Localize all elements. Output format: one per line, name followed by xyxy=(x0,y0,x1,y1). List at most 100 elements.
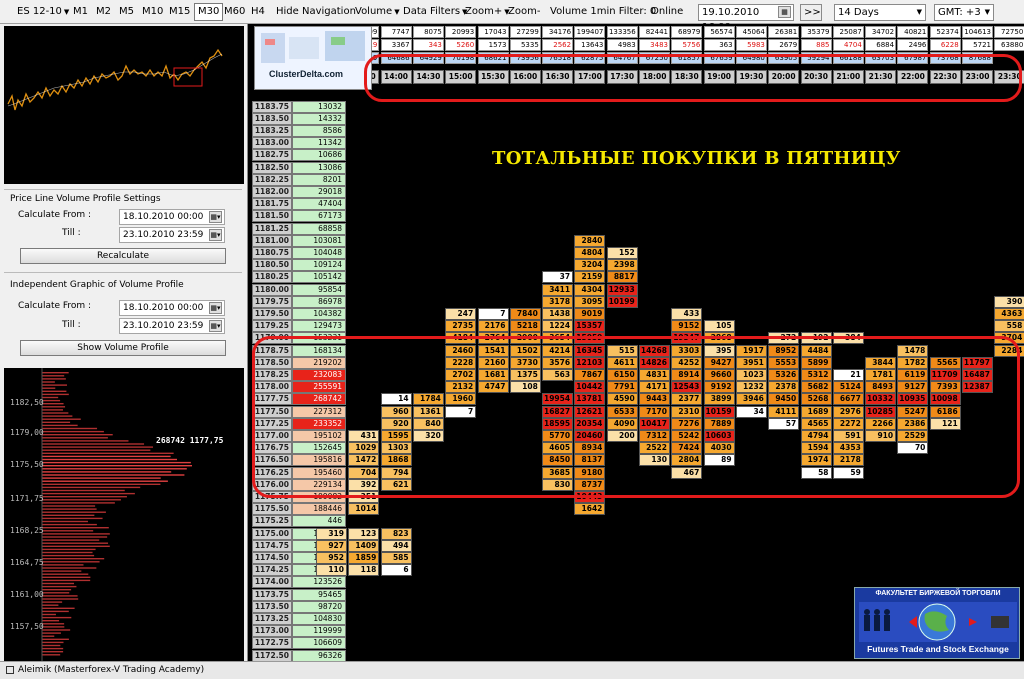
volume-cell: 95854 xyxy=(292,284,346,296)
cluster-cell: 12621 xyxy=(574,406,605,418)
clusterdelta-logo: ClusterDelta.com xyxy=(254,26,372,90)
cluster-cell: 4831 xyxy=(639,369,670,381)
cluster-cell: 10603 xyxy=(704,430,735,442)
volume-menu[interactable]: Volume ▼ xyxy=(352,4,403,20)
period-value: 14 Days xyxy=(838,7,879,18)
cluster-cell: 1859 xyxy=(348,552,379,564)
calc-from-field-2[interactable]: 18.10.2010 00:00 ▦▾ xyxy=(119,300,225,316)
gmt-select[interactable]: GMT: +3 ▼ xyxy=(934,4,994,21)
volume-cell: 96326 xyxy=(292,650,346,662)
cluster-cell: 9660 xyxy=(704,369,735,381)
cluster-cell: 12387 xyxy=(962,381,993,393)
header-cell: 73956 xyxy=(510,52,541,64)
cluster-cell: 2976 xyxy=(833,406,864,418)
tf-m5[interactable]: M5 xyxy=(116,4,137,20)
cluster-cell: 5326 xyxy=(768,369,799,381)
cluster-cell: 5770 xyxy=(542,430,573,442)
show-volume-profile-button[interactable]: Show Volume Profile xyxy=(20,340,226,356)
cluster-cell: 2702 xyxy=(445,369,476,381)
till-field[interactable]: 23.10.2010 23:59 ▦▾ xyxy=(119,227,225,243)
tf-m10[interactable]: M10 xyxy=(139,4,166,20)
time-label: 18:30 xyxy=(671,70,702,84)
tf-m15[interactable]: M15 xyxy=(166,4,193,20)
overview-chart[interactable] xyxy=(4,26,244,184)
tf-m1[interactable]: M1 xyxy=(70,4,91,20)
cluster-cell: 1502 xyxy=(510,345,541,357)
recalculate-button[interactable]: Recalculate xyxy=(20,248,226,264)
cluster-cell: 1642 xyxy=(574,503,605,515)
till-value: 23.10.2010 23:59 xyxy=(123,230,203,240)
vp-bar xyxy=(42,512,106,513)
vp-price-label: 1164,75 xyxy=(10,558,44,567)
cluster-cell: 9427 xyxy=(704,357,735,369)
vp-bar xyxy=(42,422,70,423)
calendar-icon[interactable]: ▦▾ xyxy=(209,211,222,223)
cluster-cell: 1917 xyxy=(736,345,767,357)
vp-bar xyxy=(42,536,107,537)
price-cell: 1175.75 xyxy=(252,491,292,503)
tf-h4[interactable]: H4 xyxy=(248,4,268,20)
price-cell: 1182.50 xyxy=(252,162,292,174)
volume-cell: 152645 xyxy=(292,442,346,454)
cluster-cell: 2840 xyxy=(574,235,605,247)
vp-bar xyxy=(42,443,144,444)
vp-price-label: 1171,75 xyxy=(10,494,44,503)
till-field-2[interactable]: 23.10.2010 23:59 ▦▾ xyxy=(119,318,225,334)
vp-bar xyxy=(42,459,177,460)
gmt-value: GMT: +3 xyxy=(938,7,981,18)
header-cell: 4983 xyxy=(607,39,638,51)
date-picker[interactable]: 19.10.2010 16:00▦ xyxy=(698,4,794,21)
cluster-cell: 15059 xyxy=(574,332,605,344)
cluster-cell: 7393 xyxy=(930,381,961,393)
cluster-cell: 1960 xyxy=(445,393,476,405)
tf-m30[interactable]: M30 xyxy=(194,3,223,21)
cluster-cell: 558 xyxy=(994,320,1024,332)
period-select[interactable]: 14 Days ▼ xyxy=(834,4,926,21)
time-label: 15:00 xyxy=(445,70,476,84)
tf-m2[interactable]: M2 xyxy=(93,4,114,20)
cluster-cell: 3946 xyxy=(736,393,767,405)
cluster-cell: 10332 xyxy=(865,393,896,405)
cluster-cell: 16827 xyxy=(542,406,573,418)
calendar-icon[interactable]: ▦▾ xyxy=(209,320,222,332)
vp-bar xyxy=(42,465,192,466)
calendar-icon[interactable]: ▦▾ xyxy=(209,229,222,241)
cluster-cell: 830 xyxy=(542,479,573,491)
cluster-cell: 13781 xyxy=(574,393,605,405)
header-cell: 82441 xyxy=(639,26,670,38)
vp-bar xyxy=(42,636,54,637)
zoom-out-button[interactable]: Zoom- xyxy=(505,4,543,20)
cluster-cell: 130 xyxy=(639,454,670,466)
vp-bar xyxy=(42,567,96,568)
vp-bar xyxy=(42,561,100,562)
data-filters-menu[interactable]: Data Filters ▼ xyxy=(400,4,470,20)
calc-from-field[interactable]: 18.10.2010 00:00 ▦▾ xyxy=(119,209,225,225)
volume-cell: 95465 xyxy=(292,589,346,601)
vp-bar xyxy=(42,580,90,581)
header-cell: 343 xyxy=(413,39,444,51)
cluster-cell: 4484 xyxy=(801,345,832,357)
symbol-label: ES 12-10 xyxy=(17,6,62,17)
checkbox-icon[interactable] xyxy=(6,666,14,674)
cluster-cell: 7276 xyxy=(671,418,702,430)
cluster-cell: 960 xyxy=(381,406,412,418)
go-button[interactable]: >> xyxy=(800,4,822,21)
header-cell: 62875 xyxy=(574,52,605,64)
time-label: 22:30 xyxy=(930,70,961,84)
zoom-in-label: Zoom+ xyxy=(465,6,502,17)
fbt-logo: ФАКУЛЬТЕТ БИРЖЕВОЙ ТОРГОВЛИ Futures Trad… xyxy=(854,587,1020,659)
vp-bar xyxy=(42,598,78,599)
cluster-cell: 10417 xyxy=(639,418,670,430)
cluster-cell: 10935 xyxy=(897,393,928,405)
calendar-icon[interactable]: ▦▾ xyxy=(209,302,222,314)
cluster-cell: 515 xyxy=(607,345,638,357)
cluster-cell: 4590 xyxy=(607,393,638,405)
cluster-grid[interactable]: 3083509774780752099317043272993417619940… xyxy=(252,24,1024,661)
tf-m60[interactable]: M60 xyxy=(221,4,248,20)
price-cell: 1180.75 xyxy=(252,247,292,259)
cluster-cell: 392 xyxy=(348,479,379,491)
symbol-selector[interactable]: ES 12-10 ▼ xyxy=(14,4,72,20)
header-cell: 885 xyxy=(801,39,832,51)
volume-filter-status: Volume 1min Filter: 0 xyxy=(547,4,659,20)
hide-navigation-button[interactable]: Hide Navigation xyxy=(273,4,359,20)
